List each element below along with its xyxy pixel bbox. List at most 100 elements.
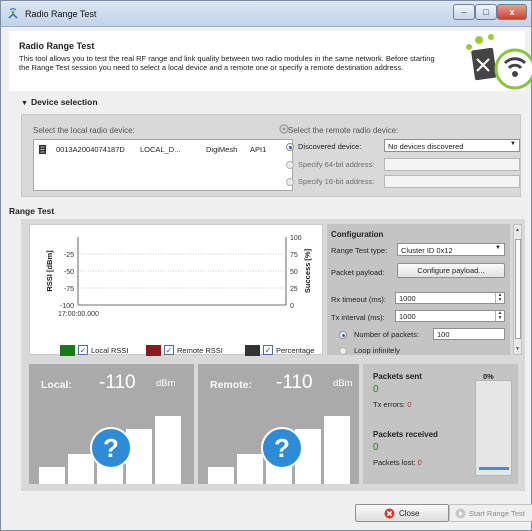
- device-selection-panel: Select the local radio device: 0013A2004…: [21, 114, 521, 197]
- number-of-packets-radio[interactable]: [339, 331, 347, 339]
- range-test-header: Range Test: [9, 206, 55, 216]
- range-test-window: Radio Range Test – □ x Radio Range Test …: [0, 0, 532, 531]
- device-address: 0013A2004074187D: [56, 145, 125, 154]
- discovered-device-select[interactable]: No devices discovered ▼: [384, 139, 520, 152]
- packets-lost: Packets lost: 0: [373, 458, 422, 467]
- title-bar: Radio Range Test – □ x: [1, 1, 531, 27]
- addr64-label: Specify 64-bit address:: [298, 160, 375, 169]
- local-device-row[interactable]: 0013A2004074187D LOCAL_D... DigiMesh API…: [36, 144, 290, 156]
- legend-checkbox[interactable]: ✓: [78, 345, 88, 355]
- range-test-logo-icon: [466, 34, 532, 90]
- number-of-packets-input[interactable]: 100: [433, 328, 505, 340]
- rssi-chart-svg: -25 -50 -75 -100 100 75 50 25 0 RSSI [dBm] Success…: [45, 235, 312, 318]
- addr16-radio[interactable]: [286, 178, 294, 186]
- discovered-device-label: Discovered device:: [298, 142, 362, 151]
- success-progress-fill: [479, 467, 509, 470]
- y2-tick-label: 100: [290, 235, 302, 242]
- remote-device-label: Select the remote radio device:: [288, 126, 399, 135]
- radio-module-icon: [39, 145, 46, 154]
- question-mark-icon: ?: [90, 427, 132, 469]
- tx-interval-label: Tx interval (ms):: [331, 313, 385, 322]
- tx-errors: Tx errors: 0: [373, 400, 412, 409]
- chevron-down-icon: ▼: [510, 141, 516, 147]
- svg-text:?: ?: [103, 433, 119, 463]
- legend-checkbox[interactable]: ✓: [164, 345, 174, 355]
- addr64-radio[interactable]: [286, 161, 294, 169]
- x-tick-label: 17:00:00.000: [58, 311, 99, 318]
- number-of-packets-label: Number of packets:: [354, 330, 420, 339]
- loop-infinitely-radio[interactable]: [339, 347, 347, 355]
- addr16-label: Specify 16-bit address:: [298, 177, 375, 186]
- addr64-input[interactable]: [384, 158, 520, 171]
- test-type-select[interactable]: Cluster ID 0x12 ▼: [397, 243, 505, 256]
- discovered-device-radio[interactable]: [286, 143, 294, 151]
- packet-statistics: Packets sent 0 Tx errors: 0 Packets rece…: [363, 364, 518, 484]
- spinner-arrows-icon[interactable]: ▲ ▼: [495, 311, 504, 321]
- local-signal-gauge: Local: -110 dBm ?: [29, 364, 194, 484]
- rssi-chart: -25 -50 -75 -100 100 75 50 25 0 RSSI [dBm] Success…: [29, 224, 323, 356]
- loop-infinitely-label: Loop infinitely: [354, 346, 400, 355]
- legend-swatch: [146, 345, 161, 356]
- legend-label: Percentage: [276, 346, 315, 355]
- packets-received-value: 0: [373, 442, 379, 453]
- test-type-label: Range Test type:: [331, 246, 388, 255]
- legend-label: Remote RSSI: [177, 346, 223, 355]
- y-tick-label: -25: [64, 252, 74, 259]
- local-device-label: Select the local radio device:: [33, 126, 135, 135]
- start-range-test-button[interactable]: Start Range Test: [449, 504, 532, 522]
- y-axis-label: RSSI [dBm]: [45, 250, 54, 292]
- device-mode: API1: [250, 145, 267, 154]
- collapse-arrow-icon[interactable]: ▼: [21, 100, 28, 107]
- legend-swatch: [245, 345, 260, 356]
- y2-tick-label: 25: [290, 286, 298, 293]
- close-button[interactable]: Close: [355, 504, 449, 522]
- y2-axis-label: Success [%]: [303, 248, 312, 293]
- maximize-button[interactable]: □: [475, 4, 497, 20]
- radio-app-icon: [8, 8, 18, 19]
- y2-tick-label: 0: [290, 303, 294, 310]
- header-title: Radio Range Test: [19, 41, 95, 51]
- device-protocol: DigiMesh: [206, 145, 238, 154]
- y2-tick-label: 50: [290, 269, 298, 276]
- y-tick-label: -50: [64, 269, 74, 276]
- device-node-id: LOCAL_D...: [140, 145, 181, 154]
- window-title: Radio Range Test: [25, 9, 97, 19]
- tx-interval-spinner[interactable]: 1000 ▲ ▼: [395, 310, 505, 322]
- configuration-title: Configuration: [331, 230, 384, 239]
- window-close-button[interactable]: x: [497, 4, 527, 20]
- device-selection-header[interactable]: ▼ Device selection: [21, 97, 98, 107]
- chevron-down-icon: ▼: [495, 245, 501, 251]
- success-progress-bar: [475, 380, 512, 476]
- legend-checkbox[interactable]: ✓: [263, 345, 273, 355]
- scroll-up-icon[interactable]: ▲: [515, 227, 520, 233]
- svg-text:?: ?: [274, 433, 290, 463]
- legend-label: Local RSSI: [91, 346, 129, 355]
- spinner-arrows-icon[interactable]: ▲ ▼: [495, 293, 504, 303]
- dialog-footer: Close Start Range Test: [9, 499, 532, 523]
- configuration-panel: Configuration Range Test type: Cluster I…: [327, 224, 510, 355]
- scroll-down-icon[interactable]: ▼: [515, 346, 520, 352]
- packets-received-label: Packets received: [373, 430, 438, 439]
- rx-timeout-spinner[interactable]: 1000 ▲ ▼: [395, 292, 505, 304]
- range-test-panel: -25 -50 -75 -100 100 75 50 25 0 RSSI [dBm] Success…: [21, 219, 525, 491]
- y-tick-label: -75: [64, 286, 74, 293]
- y-tick-label: -100: [60, 303, 74, 310]
- addr16-input[interactable]: [384, 175, 520, 188]
- tool-header: Radio Range Test This tool allows you to…: [9, 31, 532, 91]
- local-device-list[interactable]: 0013A2004074187D LOCAL_D... DigiMesh API…: [33, 139, 293, 191]
- scroll-thumb[interactable]: [515, 239, 521, 339]
- close-icon: [384, 508, 395, 519]
- remote-signal-gauge: Remote: -110 dBm ?: [198, 364, 359, 484]
- legend-swatch: [60, 345, 75, 356]
- rx-timeout-label: Rx timeout (ms):: [331, 295, 387, 304]
- play-icon: [455, 508, 466, 519]
- header-description: This tool allows you to test the real RF…: [19, 54, 435, 72]
- packets-sent-value: 0: [373, 384, 379, 395]
- minimize-button[interactable]: –: [453, 4, 475, 20]
- configure-payload-button[interactable]: Configure payload...: [397, 263, 505, 278]
- packets-sent-label: Packets sent: [373, 372, 422, 381]
- y2-tick-label: 75: [290, 252, 298, 259]
- config-scrollbar[interactable]: ▲ ▼: [513, 224, 522, 355]
- payload-label: Packet payload:: [331, 268, 385, 277]
- question-mark-icon: ?: [261, 427, 303, 469]
